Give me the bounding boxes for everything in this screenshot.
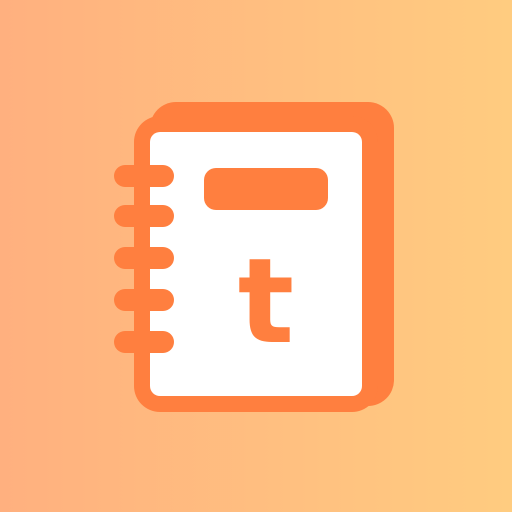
spiral-ring (114, 205, 174, 227)
spiral-ring (114, 289, 174, 311)
notebook-letter: t (238, 232, 294, 370)
spiral-ring (114, 247, 174, 269)
app-icon: t (0, 0, 512, 512)
notebook-icon: t (114, 102, 394, 412)
spiral-ring (114, 165, 174, 187)
spiral-ring (114, 331, 174, 353)
notebook-label-bar (204, 168, 328, 210)
